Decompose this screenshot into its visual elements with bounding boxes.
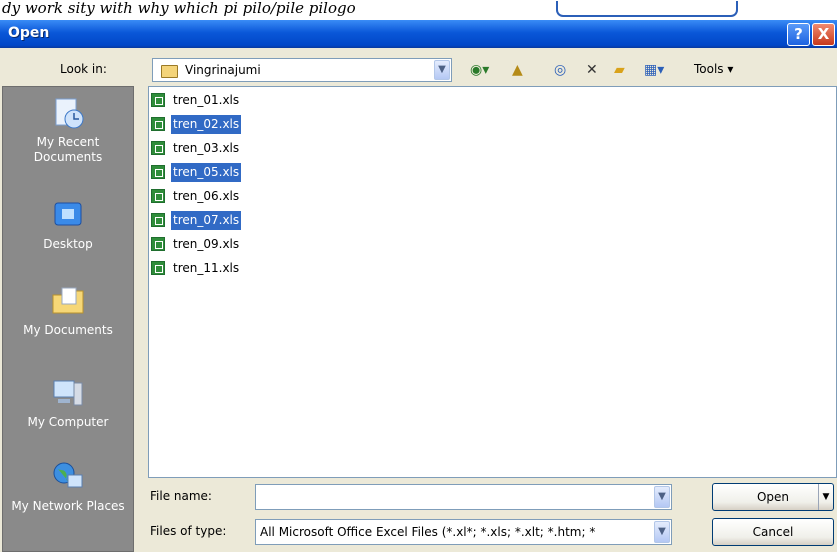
file-name-label: tren_02.xls	[171, 115, 242, 134]
delete-icon[interactable]: ✕	[586, 60, 598, 80]
file-name-label: tren_05.xls	[171, 163, 242, 182]
up-folder-icon[interactable]: ▲	[512, 60, 523, 80]
place-label: My Recent Documents	[33, 135, 103, 164]
excel-file-icon	[151, 261, 165, 275]
place-my-computer[interactable]: My Computer	[3, 375, 133, 430]
place-network[interactable]: My Network Places	[3, 459, 133, 514]
file-name-label: File name:	[150, 489, 212, 503]
open-button[interactable]: Open ▼	[712, 483, 834, 511]
file-name-label: tren_06.xls	[173, 189, 240, 203]
places-bar: My Recent Documents Desktop My Documents…	[2, 86, 134, 552]
place-label: My Computer	[27, 415, 109, 429]
help-button[interactable]: ?	[787, 23, 810, 46]
file-name-label: tren_03.xls	[173, 141, 240, 155]
file-type-label: Files of type:	[150, 524, 227, 538]
look-in-combo[interactable]: Vingrinajumi ▼	[152, 58, 452, 82]
chevron-down-icon[interactable]: ▼	[654, 521, 670, 543]
excel-file-icon	[151, 117, 165, 131]
place-desktop[interactable]: Desktop	[3, 197, 133, 252]
new-folder-icon[interactable]: ▰	[614, 60, 625, 80]
file-name-label: tren_07.xls	[171, 211, 242, 230]
place-label: My Documents	[23, 323, 113, 337]
file-type-value: All Microsoft Office Excel Files (*.xl*;…	[260, 525, 596, 539]
tools-menu[interactable]: Tools ▾	[694, 62, 733, 76]
excel-file-icon	[151, 189, 165, 203]
chevron-down-icon[interactable]: ▼	[434, 60, 450, 80]
excel-file-icon	[151, 93, 165, 107]
file-type-select[interactable]: All Microsoft Office Excel Files (*.xl*;…	[255, 519, 672, 545]
title-bar: Open ? X	[0, 20, 837, 48]
cancel-button[interactable]: Cancel	[712, 518, 834, 546]
my-documents-icon	[52, 287, 84, 314]
place-label: My Network Places	[11, 499, 125, 513]
open-options-chevron-icon[interactable]: ▼	[818, 484, 833, 510]
views-icon[interactable]: ▦▾	[644, 60, 664, 80]
file-name-input[interactable]: ▼	[255, 484, 672, 510]
place-label: Desktop	[43, 237, 93, 251]
file-name-label: tren_09.xls	[173, 237, 240, 251]
folder-icon	[161, 65, 178, 78]
desktop-icon	[54, 202, 82, 226]
background-text: dy work sity with why which pi pilo/pile…	[2, 0, 356, 17]
excel-file-icon	[151, 237, 165, 251]
excel-file-icon	[151, 165, 165, 179]
back-icon[interactable]: ◉▾	[470, 60, 489, 80]
network-places-icon	[53, 462, 83, 488]
excel-file-icon	[151, 213, 165, 227]
background-callout	[556, 1, 738, 17]
look-in-value: Vingrinajumi	[185, 63, 261, 77]
file-list[interactable]: tren_01.xls tren_02.xls tren_03.xls tren…	[148, 86, 837, 478]
place-recent-documents[interactable]: My Recent Documents	[3, 95, 133, 165]
window-title: Open	[8, 25, 50, 41]
place-my-documents[interactable]: My Documents	[3, 283, 133, 338]
file-name-label: tren_11.xls	[173, 261, 240, 275]
chevron-down-icon[interactable]: ▼	[654, 486, 670, 508]
cancel-button-label: Cancel	[752, 525, 794, 539]
my-computer-icon	[53, 380, 83, 406]
background-document: dy work sity with why which pi pilo/pile…	[0, 0, 837, 20]
close-button[interactable]: X	[812, 23, 835, 46]
file-name-label: tren_01.xls	[173, 93, 240, 107]
open-button-label: Open	[756, 490, 790, 504]
tools-label: Tools	[694, 62, 724, 76]
recent-documents-icon	[55, 98, 84, 129]
excel-file-icon	[151, 141, 165, 155]
search-web-icon[interactable]: ◎	[554, 60, 566, 80]
look-in-label: Look in:	[60, 62, 107, 76]
